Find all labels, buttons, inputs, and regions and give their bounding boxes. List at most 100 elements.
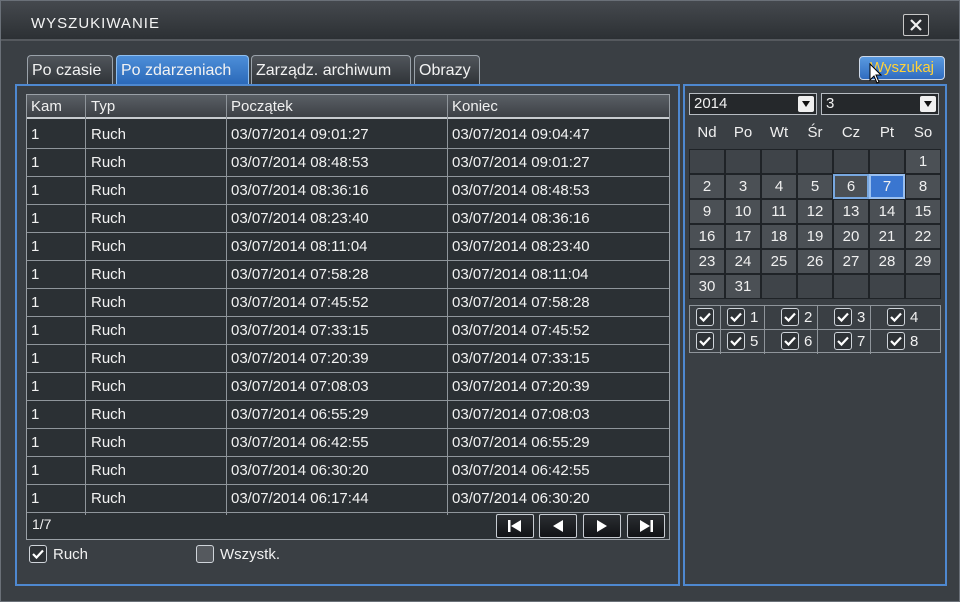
cell-type: Ruch [91,294,127,311]
motion-filter[interactable]: Ruch [29,545,88,563]
checkbox[interactable] [834,332,852,350]
year-dropdown-button[interactable] [798,96,814,112]
checkbox[interactable] [727,308,745,326]
channel-label: 4 [910,308,919,326]
calendar-day[interactable]: 1 [905,149,941,174]
motion-checkbox[interactable] [29,545,47,563]
channel-checkbox[interactable]: 3 [834,308,865,326]
all-checkbox[interactable] [196,545,214,563]
checkbox[interactable] [781,332,799,350]
calendar-day[interactable]: 9 [689,199,725,224]
channel-checkbox[interactable]: 2 [781,308,812,326]
all-filter[interactable]: Wszystk. [196,545,280,563]
table-row[interactable]: 1 Ruch 03/07/2014 07:08:03 03/07/2014 07:20… [27,373,669,401]
table-row[interactable]: 1 Ruch 03/07/2014 07:33:15 03/07/2014 07:45… [27,317,669,345]
checkbox[interactable] [696,308,714,326]
calendar-empty-cell [725,149,761,174]
table-row[interactable]: 1 Ruch 03/07/2014 06:17:44 03/07/2014 06:30… [27,485,669,513]
checkbox[interactable] [696,332,714,350]
table-row[interactable]: 1 Ruch 03/07/2014 06:55:29 03/07/2014 07:08… [27,401,669,429]
calendar-day[interactable]: 3 [725,174,761,199]
checkbox[interactable] [781,308,799,326]
channel-grid: 1 2 3 4 5 6 7 8 [689,305,941,354]
tab-images[interactable]: Obrazy [414,55,480,85]
tab-by-time[interactable]: Po czasie [27,55,113,85]
calendar-day[interactable]: 30 [689,274,725,299]
channel-checkbox[interactable]: 8 [887,332,918,350]
calendar-day[interactable]: 21 [869,224,905,249]
calendar-day[interactable]: 7 [869,174,905,199]
checkbox[interactable] [834,308,852,326]
table-row[interactable]: 1 Ruch 03/07/2014 08:11:04 03/07/2014 08:23… [27,233,669,261]
tab-archive-management[interactable]: Zarządz. archiwum [251,55,411,85]
cell-start: 03/07/2014 06:30:20 [231,462,369,479]
month-select[interactable]: 3 [821,93,939,115]
cell-cam: 1 [31,294,40,311]
channel-label: 2 [804,308,813,326]
channel-checkbox[interactable]: 4 [887,308,918,326]
calendar-day[interactable]: 4 [761,174,797,199]
channel-checkbox[interactable]: 7 [834,332,865,350]
table-row[interactable]: 1 Ruch 03/07/2014 08:36:16 03/07/2014 08:48… [27,177,669,205]
weekday-header: Cz [841,124,861,141]
calendar-day[interactable]: 14 [869,199,905,224]
channel-select-all-checkbox[interactable] [696,308,719,326]
calendar-day[interactable]: 10 [725,199,761,224]
checkbox[interactable] [727,332,745,350]
calendar-day[interactable]: 16 [689,224,725,249]
skip-last-icon [640,520,653,532]
calendar-day[interactable]: 25 [761,249,797,274]
events-table: Kam Typ Początek Koniec 1 Ruch 03/07/2014 … [26,94,670,540]
channel-checkbox[interactable]: 5 [727,332,758,350]
tab-by-events[interactable]: Po zdarzeniach [116,55,249,85]
channel-checkbox[interactable]: 6 [781,332,812,350]
calendar-day[interactable]: 28 [869,249,905,274]
calendar-day[interactable]: 11 [761,199,797,224]
cell-cam: 1 [31,266,40,283]
cell-type: Ruch [91,154,127,171]
calendar-day[interactable]: 2 [689,174,725,199]
calendar-day[interactable]: 17 [725,224,761,249]
year-select[interactable]: 2014 [689,93,817,115]
close-button[interactable] [903,14,929,36]
motion-label: Ruch [53,545,89,563]
channel-divider [720,306,721,354]
calendar-day[interactable]: 12 [797,199,833,224]
calendar-day[interactable]: 27 [833,249,869,274]
table-row[interactable]: 1 Ruch 03/07/2014 08:48:53 03/07/2014 09:01… [27,149,669,177]
prev-page-button[interactable] [539,514,577,538]
calendar-day[interactable]: 24 [725,249,761,274]
calendar-day[interactable]: 5 [797,174,833,199]
calendar-day[interactable]: 15 [905,199,941,224]
checkbox[interactable] [887,332,905,350]
calendar-day[interactable]: 19 [797,224,833,249]
calendar-day[interactable]: 22 [905,224,941,249]
calendar-day[interactable]: 13 [833,199,869,224]
last-page-button[interactable] [627,514,665,538]
table-row[interactable]: 1 Ruch 03/07/2014 07:20:39 03/07/2014 07:33… [27,345,669,373]
calendar-day[interactable]: 6 [833,174,869,199]
calendar-day[interactable]: 20 [833,224,869,249]
first-page-button[interactable] [496,514,534,538]
calendar-day[interactable]: 29 [905,249,941,274]
calendar-day[interactable]: 8 [905,174,941,199]
table-row[interactable]: 1 Ruch 03/07/2014 06:30:20 03/07/2014 06:42… [27,457,669,485]
calendar-day[interactable]: 26 [797,249,833,274]
next-page-button[interactable] [583,514,621,538]
table-row[interactable]: 1 Ruch 03/07/2014 07:58:28 03/07/2014 08:11… [27,261,669,289]
cell-type: Ruch [91,266,127,283]
calendar-day[interactable]: 23 [689,249,725,274]
calendar-day[interactable]: 31 [725,274,761,299]
calendar-day[interactable]: 18 [761,224,797,249]
month-dropdown-button[interactable] [920,96,936,112]
checkbox[interactable] [887,308,905,326]
cell-type: Ruch [91,462,127,479]
table-row[interactable]: 1 Ruch 03/07/2014 08:23:40 03/07/2014 08:36… [27,205,669,233]
checkmark-icon [730,312,742,323]
channel-select-all-checkbox[interactable] [696,332,719,350]
mouse-cursor-icon [869,63,883,84]
channel-checkbox[interactable]: 1 [727,308,758,326]
table-row[interactable]: 1 Ruch 03/07/2014 07:45:52 03/07/2014 07:58… [27,289,669,317]
table-row[interactable]: 1 Ruch 03/07/2014 09:01:27 03/07/2014 09:04… [27,121,669,149]
table-row[interactable]: 1 Ruch 03/07/2014 06:42:55 03/07/2014 06:55… [27,429,669,457]
